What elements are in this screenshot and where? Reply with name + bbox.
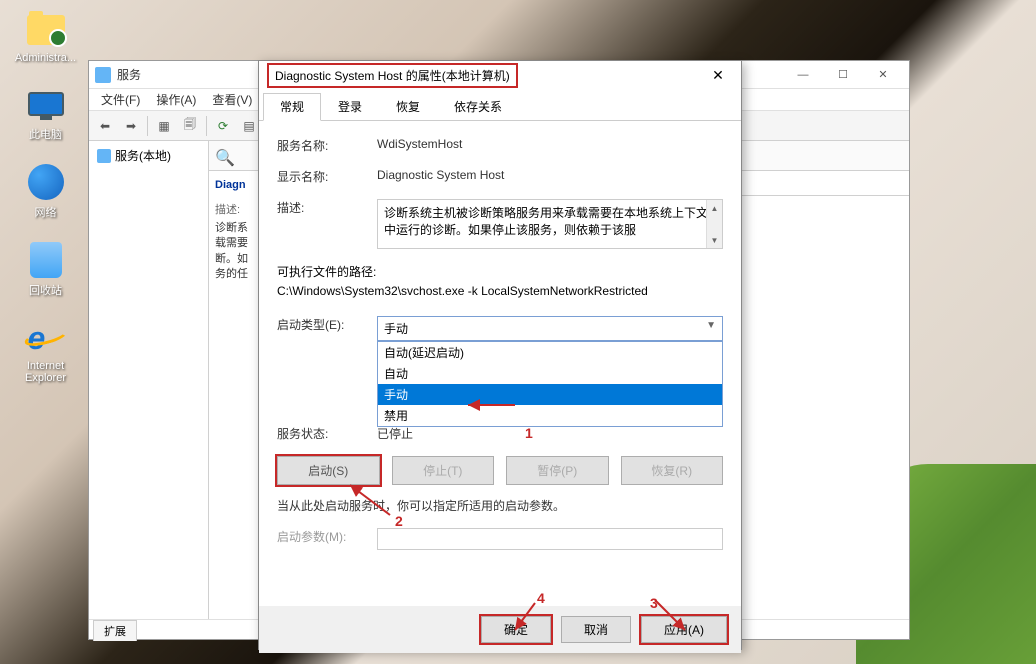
minimize-button[interactable]: — — [783, 63, 823, 87]
label-description: 描述: — [277, 199, 377, 216]
scrollbar[interactable]: ▲ ▼ — [706, 200, 722, 248]
refresh-button[interactable]: ⟳ — [211, 114, 235, 138]
icon-label: 此电脑 — [29, 126, 62, 142]
description-text: 诊断系统主机被诊断策略服务用来承载需要在本地系统上下文中运行的诊断。如果停止该服… — [384, 206, 708, 237]
resume-button[interactable]: 恢复(R) — [621, 456, 724, 485]
value-service-status: 已停止 — [377, 425, 723, 442]
desktop-icon-ie[interactable]: e Internet Explorer — [8, 318, 83, 384]
icon-label: Administra... — [15, 52, 76, 64]
folder-icon — [26, 10, 66, 50]
option-auto[interactable]: 自动 — [378, 363, 722, 384]
menu-view[interactable]: 查看(V) — [204, 89, 260, 110]
label-display-name: 显示名称: — [277, 168, 377, 185]
tree-label: 服务(本地) — [115, 147, 171, 164]
tab-recovery[interactable]: 恢复 — [379, 93, 437, 120]
properties-titlebar[interactable]: Diagnostic System Host 的属性(本地计算机) ✕ — [259, 61, 741, 89]
globe-icon — [26, 162, 66, 202]
tree-item-services-local[interactable]: 服务(本地) — [93, 145, 204, 166]
properties-tabs: 常规 登录 恢复 依存关系 — [259, 89, 741, 121]
desktop-icons-column: Administra... 此电脑 网络 回收站 e Internet Expl… — [8, 10, 83, 384]
option-manual[interactable]: 手动 — [378, 384, 722, 405]
toolbar-btn[interactable]: 🗐 — [178, 114, 202, 138]
desktop-icon-computer[interactable]: 此电脑 — [8, 84, 83, 142]
startup-select-wrap: 手动 ▼ 自动(延迟启动) 自动 手动 禁用 — [377, 316, 723, 341]
toolbar-btn[interactable]: ▦ — [152, 114, 176, 138]
cancel-button[interactable]: 取消 — [561, 616, 631, 643]
desktop-icon-admin[interactable]: Administra... — [8, 10, 83, 64]
services-tree: 服务(本地) — [89, 141, 209, 619]
scroll-down-icon[interactable]: ▼ — [707, 232, 722, 248]
option-disabled[interactable]: 禁用 — [378, 405, 722, 426]
properties-title: Diagnostic System Host 的属性(本地计算机) — [267, 63, 703, 88]
pause-button[interactable]: 暂停(P) — [506, 456, 609, 485]
menu-action[interactable]: 操作(A) — [148, 89, 204, 110]
close-button[interactable]: ✕ — [703, 67, 733, 84]
title-highlight: Diagnostic System Host 的属性(本地计算机) — [267, 63, 518, 88]
value-service-name: WdiSystemHost — [377, 137, 723, 151]
value-display-name: Diagnostic System Host — [377, 168, 723, 182]
separator — [206, 116, 207, 136]
maximize-button[interactable]: ☐ — [823, 63, 863, 87]
icon-label: 回收站 — [29, 282, 62, 298]
tab-general[interactable]: 常规 — [263, 93, 321, 121]
separator — [147, 116, 148, 136]
description-box: 诊断系统主机被诊断策略服务用来承载需要在本地系统上下文中运行的诊断。如果停止该服… — [377, 199, 723, 249]
value-exe-path: C:\Windows\System32\svchost.exe -k Local… — [277, 284, 723, 298]
dialog-footer: 确定 取消 应用(A) — [259, 606, 741, 653]
start-params-input[interactable] — [377, 528, 723, 550]
ie-icon: e — [26, 318, 66, 358]
startup-type-select[interactable]: 手动 ▼ — [377, 316, 723, 341]
close-button[interactable]: ✕ — [863, 63, 903, 87]
icon-label: 网络 — [35, 204, 57, 220]
back-button[interactable]: ⬅ — [93, 114, 117, 138]
apply-button[interactable]: 应用(A) — [641, 616, 727, 643]
menu-file[interactable]: 文件(F) — [93, 89, 148, 110]
label-start-params: 启动参数(M): — [277, 528, 377, 545]
label-service-status: 服务状态: — [277, 425, 377, 442]
stop-button[interactable]: 停止(T) — [392, 456, 495, 485]
monitor-icon — [26, 84, 66, 124]
gear-icon — [97, 149, 111, 163]
select-value: 手动 — [384, 322, 408, 336]
properties-body: 服务名称: WdiSystemHost 显示名称: Diagnostic Sys… — [259, 121, 741, 609]
chevron-down-icon: ▼ — [706, 320, 716, 331]
icon-label: Internet Explorer — [8, 360, 83, 384]
desktop-icon-network[interactable]: 网络 — [8, 162, 83, 220]
start-button[interactable]: 启动(S) — [277, 456, 380, 485]
label-exe-path: 可执行文件的路径: — [277, 263, 723, 280]
startup-dropdown: 自动(延迟启动) 自动 手动 禁用 — [377, 341, 723, 427]
service-control-buttons: 启动(S) 停止(T) 暂停(P) 恢复(R) — [277, 456, 723, 485]
option-auto-delayed[interactable]: 自动(延迟启动) — [378, 342, 722, 363]
properties-dialog: Diagnostic System Host 的属性(本地计算机) ✕ 常规 登… — [258, 60, 742, 650]
ok-button[interactable]: 确定 — [481, 616, 551, 643]
services-icon — [95, 67, 111, 83]
scroll-up-icon[interactable]: ▲ — [707, 200, 722, 216]
label-service-name: 服务名称: — [277, 137, 377, 154]
tab-extended[interactable]: 扩展 — [93, 620, 137, 641]
search-icon: 🔍 — [215, 148, 231, 164]
tab-logon[interactable]: 登录 — [321, 93, 379, 120]
label-startup-type: 启动类型(E): — [277, 316, 377, 333]
hint-text: 当从此处启动服务时，你可以指定所适用的启动参数。 — [277, 497, 723, 514]
desktop-icon-recyclebin[interactable]: 回收站 — [8, 240, 83, 298]
forward-button[interactable]: ➡ — [119, 114, 143, 138]
tab-dependencies[interactable]: 依存关系 — [437, 93, 519, 120]
bin-icon — [26, 240, 66, 280]
